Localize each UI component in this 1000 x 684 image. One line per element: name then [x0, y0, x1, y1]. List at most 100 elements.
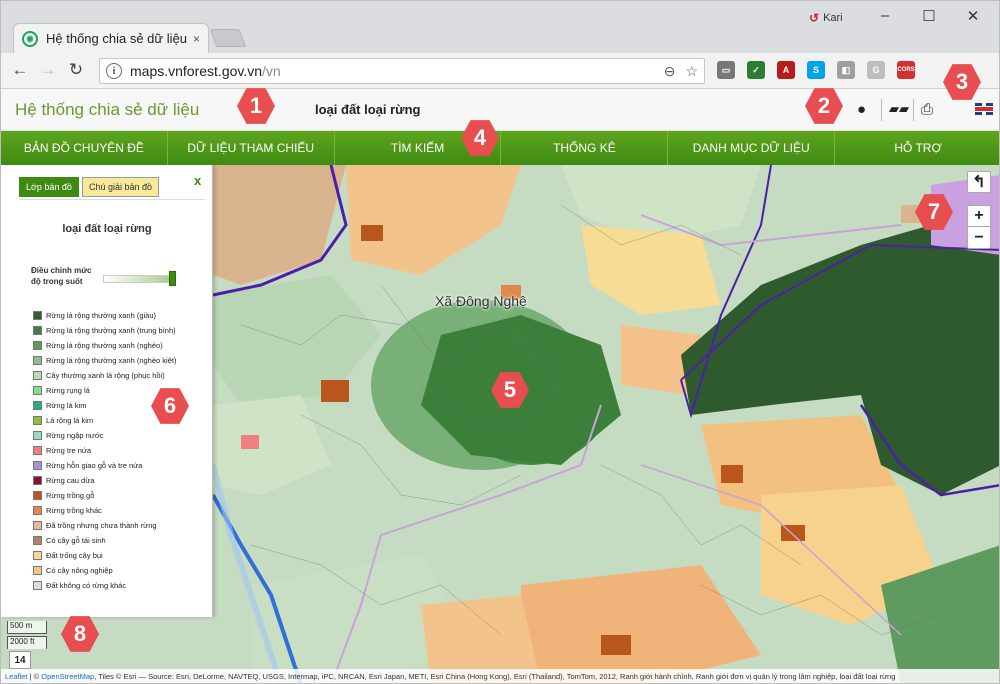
- measure-ruler-icon[interactable]: ▰▰: [889, 101, 909, 117]
- legend-label: Rừng trồng khác: [46, 506, 102, 515]
- legend-item: Đất trống cây bụi: [33, 548, 176, 563]
- minimize-button[interactable]: –: [873, 7, 897, 24]
- legend-swatch: [33, 431, 42, 440]
- opacity-slider-handle[interactable]: [169, 271, 176, 286]
- legend-item: Rừng lá rộng thường xanh (nghèo): [33, 338, 176, 353]
- site-info-icon[interactable]: i: [106, 63, 122, 79]
- legend-swatch: [33, 566, 42, 575]
- nav-thematic-maps[interactable]: BẢN ĐỒ CHUYÊN ĐỀ: [1, 131, 168, 165]
- forward-arrow-icon[interactable]: →: [37, 60, 59, 80]
- legend-item: Đã trồng nhưng chưa thành rừng: [33, 518, 176, 533]
- legend-label: Rừng lá rộng thường xanh (nghèo kiệt): [46, 356, 177, 365]
- nav-statistics[interactable]: THỐNG KÊ: [501, 131, 669, 165]
- legend-title: loại đất loại rừng: [62, 223, 152, 235]
- legend-item: Lá rộng lá kim: [33, 413, 176, 428]
- window-close-button[interactable]: ✕: [961, 7, 985, 25]
- new-tab-button[interactable]: [209, 29, 247, 47]
- legend-swatch: [33, 371, 42, 380]
- legend-item: Đất không có rừng khác: [33, 578, 176, 593]
- nav-reference-data[interactable]: DỮ LIỆU THAM CHIẾU: [168, 131, 335, 165]
- cors-extension-icon[interactable]: CORS: [897, 61, 915, 79]
- attribution-sources: , Tiles © Esri — Source: Esri, DeLorme, …: [94, 672, 896, 681]
- legend-item: Rừng ngập nước: [33, 428, 176, 443]
- legend-label: Đã trồng nhưng chưa thành rừng: [46, 521, 157, 530]
- osm-link[interactable]: OpenStreetMap: [41, 672, 94, 681]
- legend-item: Rừng lá rộng thường xanh (giàu): [33, 308, 176, 323]
- panel-close-button[interactable]: x: [194, 173, 201, 188]
- legend-label: Rừng lá kim: [46, 401, 87, 410]
- english-flag-icon[interactable]: [975, 103, 993, 115]
- nav-data-catalog[interactable]: DANH MỤC DỮ LIỆU: [668, 131, 836, 165]
- skype-extension-icon[interactable]: S: [807, 61, 825, 79]
- panel-tabs: Lớp bản đồ Chú giải bản đồ: [19, 177, 160, 197]
- leaflet-link[interactable]: Leaflet: [5, 672, 28, 681]
- tab-layers[interactable]: Lớp bản đồ: [19, 177, 79, 197]
- map-canvas[interactable]: Xã Đông Nghệ Lớp bản đồ Chú giải bản đồ …: [1, 165, 999, 683]
- legend-item: Rừng lá rộng thường xanh (nghèo kiệt): [33, 353, 176, 368]
- legend-item: Có cây nông nghiệp: [33, 563, 176, 578]
- legend-label: Rừng lá rộng thường xanh (nghèo): [46, 341, 163, 350]
- tab-close-icon[interactable]: ×: [193, 32, 200, 46]
- place-label: Xã Đông Nghệ: [435, 293, 527, 309]
- attribution-separator: | ©: [27, 672, 42, 681]
- address-bar[interactable]: i maps.vnforest.gov.vn/vn ⊖ ☆: [99, 58, 705, 84]
- browser-tab[interactable]: ◉ Hệ thống chia sẻ dữ liệu ×: [13, 23, 209, 53]
- legend-label: Có cây gỗ tái sinh: [46, 536, 106, 545]
- legend-panel: Lớp bản đồ Chú giải bản đồ x loại đất lo…: [1, 165, 213, 617]
- site-title[interactable]: Hệ thống chia sẻ dữ liệu: [15, 100, 199, 120]
- pdf-extension-icon[interactable]: A: [777, 61, 795, 79]
- legend-label: Đất không có rừng khác: [46, 581, 127, 590]
- map-title: loại đất loại rừng: [315, 102, 421, 117]
- legend-label: Rừng ngập nước: [46, 431, 104, 440]
- legend-item: Rừng trồng gỗ: [33, 488, 176, 503]
- zoom-out-button[interactable]: −: [967, 227, 991, 249]
- cast-icon[interactable]: ▭: [717, 61, 735, 79]
- map-attribution: Leaflet | © OpenStreetMap, Tiles © Esri …: [1, 669, 999, 683]
- print-icon[interactable]: ⎙: [921, 101, 933, 118]
- zoom-level-indicator: 14: [9, 651, 31, 669]
- url-path: /vn: [262, 63, 281, 79]
- puzzle-extension-icon[interactable]: ◧: [837, 61, 855, 79]
- legend-swatch: [33, 461, 42, 470]
- scale-feet: 2000 ft: [7, 636, 47, 649]
- info-icon[interactable]: ●: [857, 101, 866, 118]
- screenshot-root: ◉ Hệ thống chia sẻ dữ liệu × ↺ Kari – ☐ …: [0, 0, 1000, 684]
- opacity-slider[interactable]: [103, 275, 173, 283]
- back-arrow-icon[interactable]: ←: [9, 60, 31, 80]
- legend-item: Cây thường xanh lá rộng (phục hồi): [33, 368, 176, 383]
- legend-item: Rừng lá rộng thường xanh (trung bình): [33, 323, 176, 338]
- legend-swatch: [33, 476, 42, 485]
- legend-label: Rừng lá rộng thường xanh (trung bình): [46, 326, 176, 335]
- url-text[interactable]: maps.vnforest.gov.vn/vn: [130, 63, 654, 79]
- nav-support[interactable]: HỖ TRỢ: [835, 131, 999, 165]
- legend-swatch: [33, 446, 42, 455]
- legend-swatch: [33, 326, 42, 335]
- legend-label: Cây thường xanh lá rộng (phục hồi): [46, 371, 165, 380]
- profile-chip[interactable]: ↺ Kari: [809, 11, 843, 25]
- checklist-extension-icon[interactable]: ✓: [747, 61, 765, 79]
- legend-label: Rừng trồng gỗ: [46, 491, 95, 500]
- browser-tabstrip: ◉ Hệ thống chia sẻ dữ liệu × ↺ Kari – ☐ …: [1, 1, 999, 53]
- header-divider: [881, 99, 882, 121]
- maximize-button[interactable]: ☐: [917, 7, 941, 25]
- panel-divider: [19, 199, 205, 200]
- legend-list: Rừng lá rộng thường xanh (giàu) Rừng lá r…: [33, 308, 176, 593]
- legend-item: Rừng tre nứa: [33, 443, 176, 458]
- profile-name: Kari: [823, 12, 843, 24]
- tab-legend[interactable]: Chú giải bản đồ: [81, 177, 160, 197]
- legend-label: Có cây nông nghiệp: [46, 566, 113, 575]
- url-host: maps.vnforest.gov.vn: [130, 63, 263, 79]
- legend-label: Lá rộng lá kim: [46, 416, 94, 425]
- legend-label: Đất trống cây bụi: [46, 551, 103, 560]
- page-zoom-icon[interactable]: ⊖: [664, 63, 676, 80]
- scale-meters: 500 m: [7, 621, 47, 634]
- reset-view-button[interactable]: ↰: [967, 171, 991, 193]
- header-divider: [913, 99, 914, 121]
- tab-title: Hệ thống chia sẻ dữ liệu: [46, 31, 187, 46]
- zoom-in-button[interactable]: +: [967, 205, 991, 227]
- g-extension-icon[interactable]: G: [867, 61, 885, 79]
- legend-swatch: [33, 401, 42, 410]
- bookmark-star-icon[interactable]: ☆: [685, 63, 698, 80]
- reload-icon[interactable]: ↻: [65, 60, 87, 80]
- legend-swatch: [33, 581, 42, 590]
